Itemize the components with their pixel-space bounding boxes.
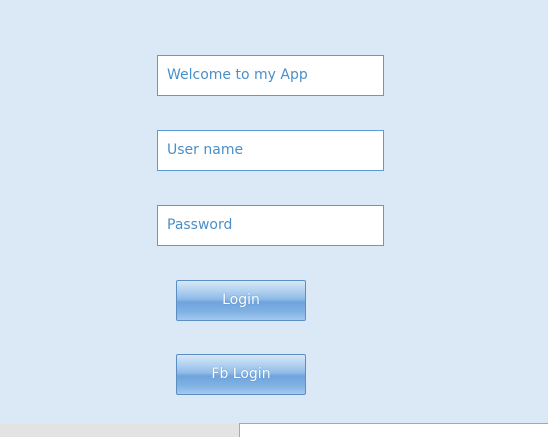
fb-login-button[interactable]: Fb Login <box>176 354 306 395</box>
username-field[interactable]: User name <box>157 130 384 171</box>
welcome-textbox: Welcome to my App <box>157 55 384 96</box>
bottom-left-panel <box>0 424 239 437</box>
password-field[interactable]: Password <box>157 205 384 246</box>
bottom-right-panel <box>239 423 548 437</box>
login-button[interactable]: Login <box>176 280 306 321</box>
